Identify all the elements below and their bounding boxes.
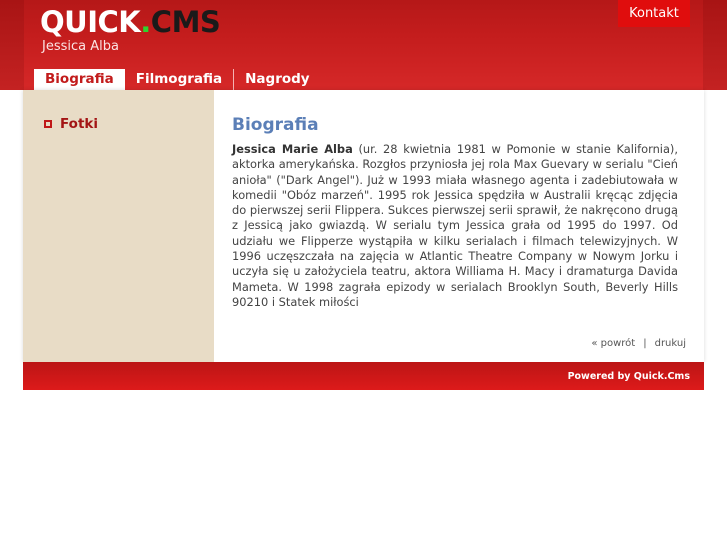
logo-cms: CMS [150, 5, 221, 39]
logo-dot: . [140, 5, 151, 39]
page: QUICK.CMS Jessica Alba Kontakt Biografia… [0, 0, 727, 545]
page-options: « powrót | drukuj [591, 338, 686, 349]
header: QUICK.CMS Jessica Alba Kontakt Biografia… [0, 0, 727, 90]
content-area: Fotki Biografia Jessica Marie Alba (ur. … [23, 90, 704, 362]
print-link[interactable]: drukuj [655, 338, 686, 349]
sidebar-item-label: Fotki [60, 116, 99, 132]
tab-filmografia[interactable]: Filmografia [125, 69, 233, 90]
sidebar: Fotki [23, 90, 214, 362]
bio-name: Jessica Marie Alba [232, 142, 353, 156]
footer: Powered by Quick.Cms [23, 362, 704, 390]
tab-biografia[interactable]: Biografia [34, 69, 125, 90]
back-link[interactable]: « powrót [591, 338, 635, 349]
powered-by-link[interactable]: Powered by Quick.Cms [568, 371, 690, 382]
logo-quick: QUICK [40, 5, 141, 39]
tab-nagrody[interactable]: Nagrody [234, 69, 320, 90]
main-content: Biografia Jessica Marie Alba (ur. 28 kwi… [232, 114, 678, 310]
main-nav: Biografia Filmografia Nagrody [34, 69, 321, 90]
bio-body: (ur. 28 kwietnia 1981 w Pomonie w stanie… [232, 142, 678, 309]
biography-text: Jessica Marie Alba (ur. 28 kwietnia 1981… [232, 142, 678, 310]
header-edge-right [703, 0, 727, 90]
page-title: Biografia [232, 115, 319, 135]
square-bullet-icon [44, 120, 52, 128]
site-subtitle: Jessica Alba [42, 39, 119, 54]
contact-button[interactable]: Kontakt [618, 0, 690, 27]
logo[interactable]: QUICK.CMS [40, 5, 221, 39]
options-separator: | [643, 338, 647, 349]
header-edge-left [0, 0, 24, 90]
sidebar-item-fotki[interactable]: Fotki [44, 116, 98, 132]
